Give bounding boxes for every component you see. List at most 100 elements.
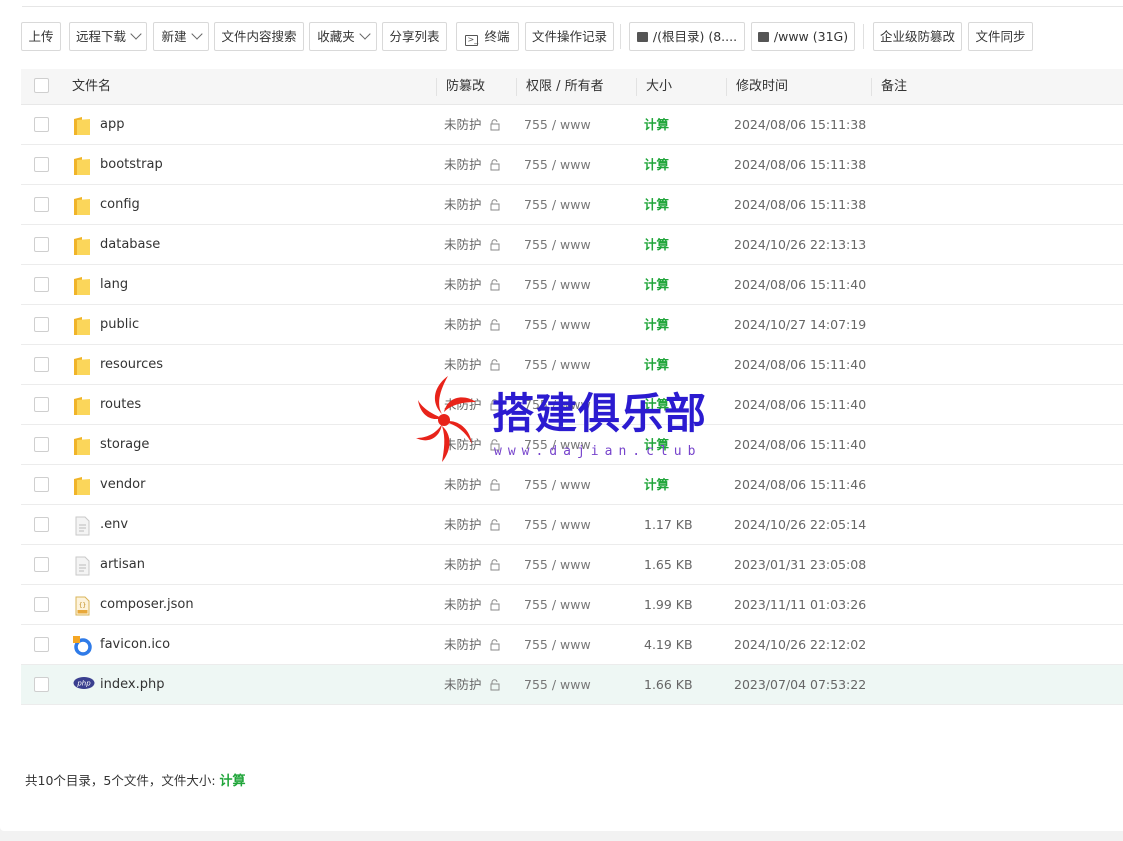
size-calc-link[interactable]: 计算 bbox=[644, 345, 669, 385]
unlock-icon[interactable] bbox=[489, 119, 501, 131]
header-mtime[interactable]: 修改时间 bbox=[736, 69, 788, 104]
unlock-icon[interactable] bbox=[489, 199, 501, 211]
file-name[interactable]: storage bbox=[100, 425, 149, 465]
table-row[interactable]: resources 未防护 755 / www 计算 2024/08/06 15:11:… bbox=[21, 345, 1123, 385]
tamper-status[interactable]: 未防护 bbox=[444, 225, 482, 265]
file-name[interactable]: lang bbox=[100, 265, 128, 305]
unlock-icon[interactable] bbox=[489, 599, 501, 611]
footer-calc-link[interactable]: 计算 bbox=[220, 774, 246, 789]
table-row[interactable]: routes 未防护 755 / www 计算 2024/08/06 15:11:40 bbox=[21, 385, 1123, 425]
size-calc-link[interactable]: 计算 bbox=[644, 305, 669, 345]
tamper-status[interactable]: 未防护 bbox=[444, 345, 482, 385]
unlock-icon[interactable] bbox=[489, 159, 501, 171]
unlock-icon[interactable] bbox=[489, 319, 501, 331]
size-calc-link[interactable]: 计算 bbox=[644, 385, 669, 425]
permission-owner[interactable]: 755 / www bbox=[524, 545, 591, 585]
share-list-button[interactable]: 分享列表 bbox=[382, 22, 447, 51]
row-checkbox[interactable] bbox=[34, 597, 49, 612]
table-row[interactable]: public 未防护 755 / www 计算 2024/10/27 14:07:19 bbox=[21, 305, 1123, 345]
terminal-button[interactable]: >_ 终端 bbox=[456, 22, 519, 51]
permission-owner[interactable]: 755 / www bbox=[524, 385, 591, 425]
permission-owner[interactable]: 755 / www bbox=[524, 225, 591, 265]
file-name[interactable]: public bbox=[100, 305, 139, 345]
unlock-icon[interactable] bbox=[489, 279, 501, 291]
table-row[interactable]: storage 未防护 755 / www 计算 2024/08/06 15:11:40 bbox=[21, 425, 1123, 465]
size-calc-link[interactable]: 计算 bbox=[644, 225, 669, 265]
unlock-icon[interactable] bbox=[489, 399, 501, 411]
row-checkbox[interactable] bbox=[34, 517, 49, 532]
tamper-status[interactable]: 未防护 bbox=[444, 265, 482, 305]
table-row[interactable]: php index.php 未防护 755 / www 1.66 KB 2023/07/0… bbox=[21, 665, 1123, 705]
permission-owner[interactable]: 755 / www bbox=[524, 105, 591, 145]
permission-owner[interactable]: 755 / www bbox=[524, 345, 591, 385]
row-checkbox[interactable] bbox=[34, 237, 49, 252]
permission-owner[interactable]: 755 / www bbox=[524, 185, 591, 225]
size-calc-link[interactable]: 计算 bbox=[644, 465, 669, 505]
file-name[interactable]: routes bbox=[100, 385, 141, 425]
size-calc-link[interactable]: 计算 bbox=[644, 105, 669, 145]
permission-owner[interactable]: 755 / www bbox=[524, 305, 591, 345]
unlock-icon[interactable] bbox=[489, 519, 501, 531]
tamper-status[interactable]: 未防护 bbox=[444, 545, 482, 585]
unlock-icon[interactable] bbox=[489, 479, 501, 491]
tamper-status[interactable]: 未防护 bbox=[444, 305, 482, 345]
row-checkbox[interactable] bbox=[34, 357, 49, 372]
table-row[interactable]: artisan 未防护 755 / www 1.65 KB 2023/01/31 23:… bbox=[21, 545, 1123, 585]
permission-owner[interactable]: 755 / www bbox=[524, 505, 591, 545]
table-row[interactable]: .env 未防护 755 / www 1.17 KB 2024/10/26 22:05:… bbox=[21, 505, 1123, 545]
select-all-checkbox[interactable] bbox=[34, 78, 49, 93]
file-name[interactable]: bootstrap bbox=[100, 145, 163, 185]
disk-root-button[interactable]: /(根目录) (8.... bbox=[629, 22, 745, 51]
size-calc-link[interactable]: 计算 bbox=[644, 265, 669, 305]
table-row[interactable]: vendor 未防护 755 / www 计算 2024/08/06 15:11:46 bbox=[21, 465, 1123, 505]
row-checkbox[interactable] bbox=[34, 317, 49, 332]
tamper-status[interactable]: 未防护 bbox=[444, 425, 482, 465]
permission-owner[interactable]: 755 / www bbox=[524, 425, 591, 465]
favorites-button[interactable]: 收藏夹 bbox=[309, 22, 377, 51]
tamper-status[interactable]: 未防护 bbox=[444, 185, 482, 225]
unlock-icon[interactable] bbox=[489, 239, 501, 251]
header-size[interactable]: 大小 bbox=[646, 69, 672, 104]
table-row[interactable]: favicon.ico 未防护 755 / www 4.19 KB 2024/10/26… bbox=[21, 625, 1123, 665]
new-button[interactable]: 新建 bbox=[153, 22, 209, 51]
tamper-status[interactable]: 未防护 bbox=[444, 585, 482, 625]
tamper-status[interactable]: 未防护 bbox=[444, 105, 482, 145]
permission-owner[interactable]: 755 / www bbox=[524, 145, 591, 185]
table-row[interactable]: config 未防护 755 / www 计算 2024/08/06 15:11:38 bbox=[21, 185, 1123, 225]
row-checkbox[interactable] bbox=[34, 677, 49, 692]
tamper-status[interactable]: 未防护 bbox=[444, 505, 482, 545]
file-sync-button[interactable]: 文件同步 bbox=[968, 22, 1033, 51]
row-checkbox[interactable] bbox=[34, 437, 49, 452]
row-checkbox[interactable] bbox=[34, 477, 49, 492]
permission-owner[interactable]: 755 / www bbox=[524, 625, 591, 665]
row-checkbox[interactable] bbox=[34, 557, 49, 572]
row-checkbox[interactable] bbox=[34, 397, 49, 412]
tamper-status[interactable]: 未防护 bbox=[444, 385, 482, 425]
file-name[interactable]: vendor bbox=[100, 465, 145, 505]
unlock-icon[interactable] bbox=[489, 679, 501, 691]
table-row[interactable]: app 未防护 755 / www 计算 2024/08/06 15:11:38 bbox=[21, 105, 1123, 145]
size-calc-link[interactable]: 计算 bbox=[644, 185, 669, 225]
file-name[interactable]: database bbox=[100, 225, 160, 265]
unlock-icon[interactable] bbox=[489, 559, 501, 571]
permission-owner[interactable]: 755 / www bbox=[524, 585, 591, 625]
tamper-status[interactable]: 未防护 bbox=[444, 665, 482, 705]
table-row[interactable]: {} composer.json 未防护 755 / www 1.99 KB 2023/1… bbox=[21, 585, 1123, 625]
row-checkbox[interactable] bbox=[34, 157, 49, 172]
table-row[interactable]: bootstrap 未防护 755 / www 计算 2024/08/06 15:11:… bbox=[21, 145, 1123, 185]
enterprise-tamper-button[interactable]: 企业级防篡改 bbox=[873, 22, 962, 51]
file-name[interactable]: favicon.ico bbox=[100, 625, 170, 665]
tamper-status[interactable]: 未防护 bbox=[444, 145, 482, 185]
size-calc-link[interactable]: 计算 bbox=[644, 425, 669, 465]
row-checkbox[interactable] bbox=[34, 117, 49, 132]
remote-download-button[interactable]: 远程下载 bbox=[69, 22, 147, 51]
unlock-icon[interactable] bbox=[489, 439, 501, 451]
file-name[interactable]: app bbox=[100, 105, 124, 145]
file-name[interactable]: index.php bbox=[100, 665, 164, 705]
file-name[interactable]: config bbox=[100, 185, 140, 225]
upload-button[interactable]: 上传 bbox=[21, 22, 61, 51]
disk-www-button[interactable]: /www (31G) bbox=[751, 22, 855, 51]
op-log-button[interactable]: 文件操作记录 bbox=[525, 22, 614, 51]
file-name[interactable]: .env bbox=[100, 505, 128, 545]
row-checkbox[interactable] bbox=[34, 197, 49, 212]
